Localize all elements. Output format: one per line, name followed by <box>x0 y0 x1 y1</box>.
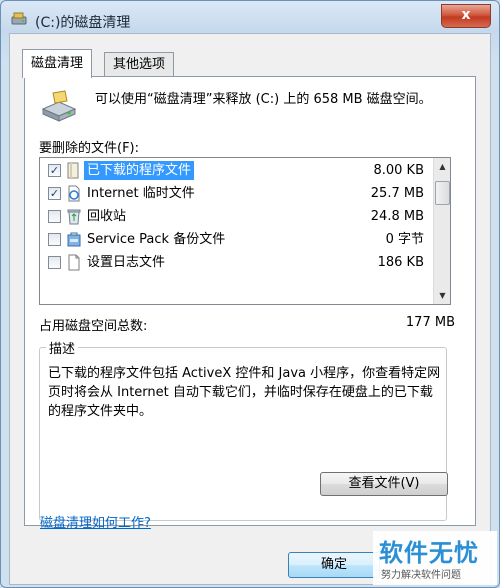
checkbox[interactable]: ✓ <box>48 187 61 200</box>
list-item[interactable]: Service Pack 备份文件 0 字节 <box>40 228 432 251</box>
close-button[interactable]: x <box>441 4 491 28</box>
list-scrollbar[interactable]: ▲ ▼ <box>433 158 450 304</box>
item-size: 8.00 KB <box>373 163 424 178</box>
download-folder-icon <box>67 162 79 179</box>
ok-button[interactable]: 确定 <box>288 552 380 578</box>
space-summary: 可以使用“磁盘清理”来释放 (C:) 上的 658 MB 磁盘空间。 <box>95 92 432 107</box>
item-name: Internet 临时文件 <box>87 186 195 201</box>
scroll-thumb[interactable] <box>435 181 450 205</box>
total-space-label: 占用磁盘空间总数: <box>39 319 148 334</box>
internet-files-icon <box>68 185 80 202</box>
watermark-subtitle: 努力解决软件问题 <box>381 570 461 581</box>
watermark-title: 软件无忧 <box>379 539 479 567</box>
item-size: 24.8 MB <box>370 209 424 224</box>
item-size: 0 字节 <box>385 232 424 247</box>
watermark: 软件无忧 努力解决软件问题 <box>373 531 497 585</box>
tab-more-options[interactable]: 其他选项 <box>104 52 175 77</box>
dialog-client-area: 磁盘清理 其他选项 可以使用“磁盘清理”来释放 (C:) 上的 658 MB 磁… <box>9 33 491 585</box>
checkbox[interactable] <box>48 256 61 269</box>
how-cleanup-works-link[interactable]: 磁盘清理如何工作? <box>40 512 151 531</box>
disk-cleanup-icon <box>11 12 27 25</box>
item-size: 25.7 MB <box>370 186 424 201</box>
checkbox[interactable] <box>48 210 61 223</box>
disk-cleanup-window: (C:)的磁盘清理 x 磁盘清理 其他选项 可以使用“磁盘清理”来释放 (C:)… <box>0 0 500 588</box>
list-item[interactable]: ✓ 已下载的程序文件 8.00 KB <box>40 159 432 182</box>
description-legend: 描述 <box>46 338 79 357</box>
setup-log-icon <box>68 254 80 271</box>
close-icon: x <box>461 7 471 23</box>
list-item[interactable]: ✓ Internet 临时文件 25.7 MB <box>40 182 432 205</box>
scroll-down-icon[interactable]: ▼ <box>434 287 450 304</box>
files-to-delete-label: 要删除的文件(F): <box>39 141 140 156</box>
total-space-value: 177 MB <box>405 315 455 330</box>
list-item[interactable]: 设置日志文件 186 KB <box>40 251 432 274</box>
item-name: 设置日志文件 <box>87 255 166 270</box>
recycle-bin-icon <box>67 209 81 225</box>
window-title: (C:)的磁盘清理 <box>35 15 131 31</box>
title-bar[interactable]: (C:)的磁盘清理 x <box>1 1 499 35</box>
item-name: 回收站 <box>87 209 127 224</box>
item-name: Service Pack 备份文件 <box>87 232 226 247</box>
item-name: 已下载的程序文件 <box>84 161 195 180</box>
files-to-delete-list[interactable]: ✓ 已下载的程序文件 8.00 KB ✓ Internet 临时文件 25.7 … <box>39 157 451 305</box>
item-size: 186 KB <box>377 255 424 270</box>
disk-cleanup-panel: 可以使用“磁盘清理”来释放 (C:) 上的 658 MB 磁盘空间。 要删除的文… <box>24 76 476 526</box>
service-pack-icon <box>67 232 81 247</box>
tab-disk-cleanup[interactable]: 磁盘清理 <box>22 49 93 78</box>
checkbox[interactable]: ✓ <box>48 164 61 177</box>
list-item[interactable]: 回收站 24.8 MB <box>40 205 432 228</box>
description-text: 已下载的程序文件包括 ActiveX 控件和 Java 小程序，你查看特定网页时… <box>48 366 441 419</box>
view-files-button[interactable]: 查看文件(V) <box>320 472 448 496</box>
checkbox[interactable] <box>48 233 61 246</box>
drive-cleanup-icon <box>41 90 77 122</box>
description-group: 描述 已下载的程序文件包括 ActiveX 控件和 Java 小程序，你查看特定… <box>39 338 448 521</box>
scroll-up-icon[interactable]: ▲ <box>434 158 450 175</box>
